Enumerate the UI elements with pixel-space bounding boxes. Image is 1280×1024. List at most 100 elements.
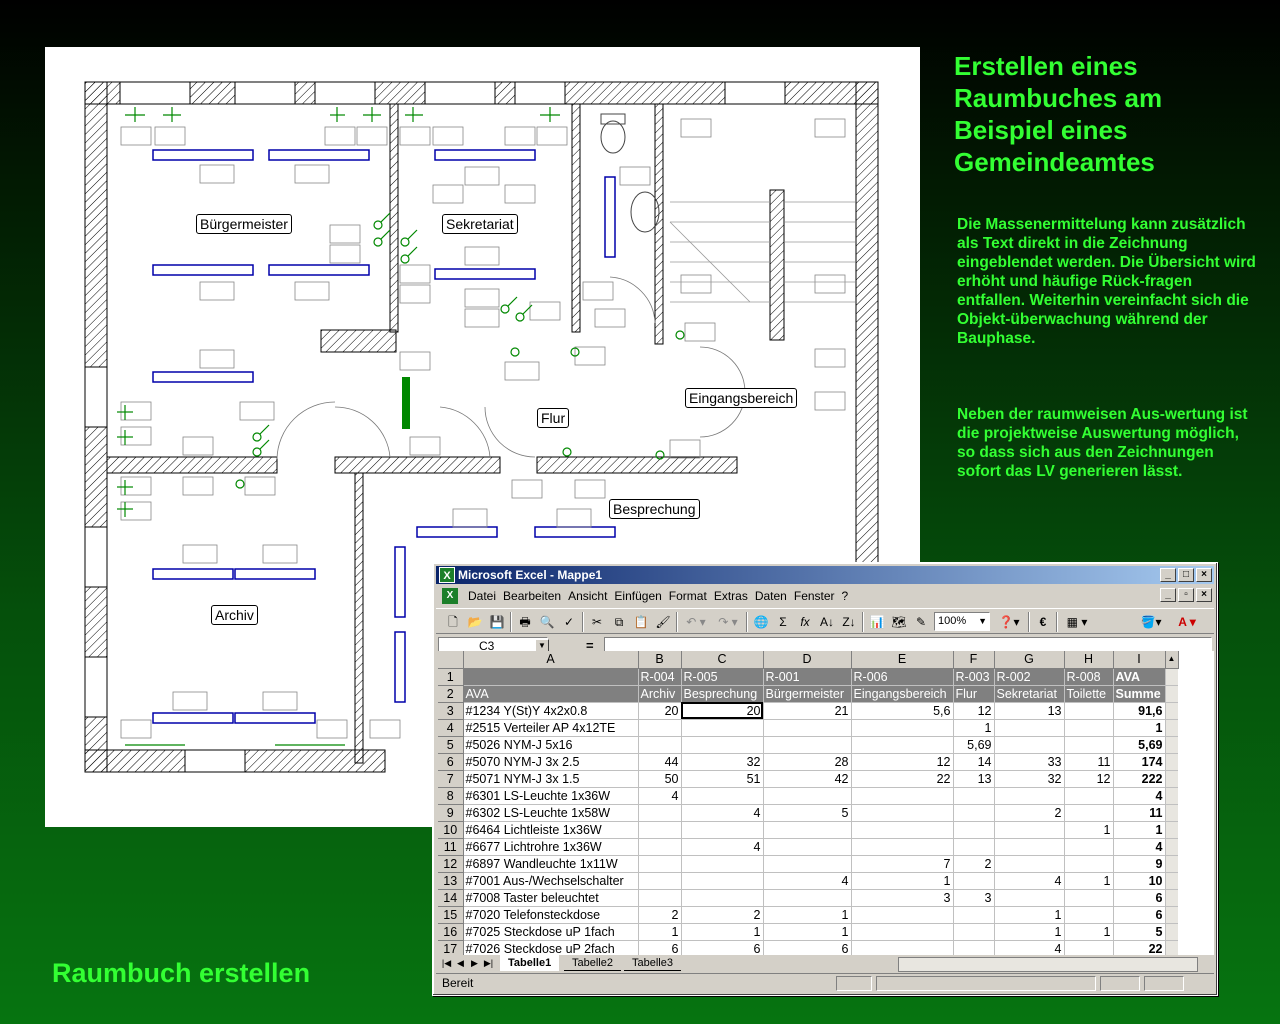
vertical-scrollbar[interactable] (1165, 923, 1178, 941)
cell[interactable]: R-001 (763, 668, 852, 686)
cell[interactable]: 20 (681, 702, 764, 720)
cell[interactable] (953, 838, 995, 856)
next-sheet-icon[interactable]: ▶ (468, 957, 481, 970)
row-header[interactable]: 5 (438, 736, 464, 754)
cell[interactable]: 44 (638, 753, 682, 771)
vertical-scrollbar[interactable] (1165, 889, 1178, 907)
cell[interactable]: 5 (1113, 923, 1166, 941)
vertical-scrollbar[interactable] (1165, 838, 1178, 856)
menu-daten[interactable]: Daten (753, 589, 792, 603)
cell[interactable]: #1234 Y(St)Y 4x2x0.8 (463, 702, 639, 720)
cell[interactable]: 2 (681, 906, 764, 924)
cell[interactable] (681, 719, 764, 737)
cell[interactable]: 1 (763, 906, 852, 924)
cell[interactable] (638, 855, 682, 873)
menu-format[interactable]: Format (667, 589, 712, 603)
paste-icon[interactable]: 📋 (632, 612, 650, 632)
cell[interactable]: R-004 (638, 668, 682, 686)
cell[interactable] (1064, 702, 1114, 720)
cell[interactable]: 11 (1113, 804, 1166, 822)
workbook-icon[interactable]: X (442, 588, 458, 604)
menu-datei[interactable]: Datei (466, 589, 501, 603)
cell[interactable]: 22 (1113, 940, 1166, 955)
copy-icon[interactable]: ⧉ (610, 612, 628, 632)
print-preview-icon[interactable]: 🔍 (538, 612, 556, 632)
cell[interactable] (851, 804, 954, 822)
cell[interactable]: Toilette (1064, 685, 1114, 703)
cell[interactable]: #5026 NYM-J 5x16 (463, 736, 639, 754)
cell[interactable] (953, 804, 995, 822)
row-header[interactable]: 17 (438, 940, 464, 955)
vertical-scrollbar[interactable] (1165, 872, 1178, 890)
cell[interactable] (763, 787, 852, 805)
cell[interactable]: 1 (994, 906, 1065, 924)
cell[interactable] (953, 940, 995, 955)
cell[interactable]: 4 (681, 804, 764, 822)
cell[interactable]: 50 (638, 770, 682, 788)
cell[interactable]: #7020 Telefonsteckdose (463, 906, 639, 924)
cell[interactable] (851, 787, 954, 805)
minimize-button[interactable]: _ (1160, 568, 1176, 582)
cell[interactable]: 1 (1064, 821, 1114, 839)
menu-fenster[interactable]: Fenster (792, 589, 840, 603)
cell[interactable]: 6 (1113, 889, 1166, 907)
cell[interactable]: Flur (953, 685, 995, 703)
cell[interactable] (994, 787, 1065, 805)
chart-wizard-icon[interactable]: 📊 (868, 612, 886, 632)
zoom-select[interactable]: 100% ▼ (934, 612, 990, 631)
vertical-scrollbar[interactable] (1165, 906, 1178, 924)
cell[interactable]: 6 (1113, 906, 1166, 924)
cell[interactable]: 10 (1113, 872, 1166, 890)
cell[interactable]: Eingangsbereich (851, 685, 954, 703)
cell[interactable]: R-003 (953, 668, 995, 686)
cell[interactable] (681, 872, 764, 890)
cell[interactable]: #2515 Verteiler AP 4x12TE (463, 719, 639, 737)
sort-ascending-icon[interactable]: A↓ (818, 612, 836, 632)
map-icon[interactable]: 🗺 (890, 612, 908, 632)
cell[interactable]: Archiv (638, 685, 682, 703)
cell[interactable]: 28 (763, 753, 852, 771)
cell[interactable]: 6 (763, 940, 852, 955)
vertical-scrollbar[interactable] (1165, 821, 1178, 839)
cell[interactable] (763, 736, 852, 754)
row-header[interactable]: 3 (438, 702, 464, 720)
vertical-scrollbar[interactable] (1165, 804, 1178, 822)
cell[interactable]: 1 (953, 719, 995, 737)
cell[interactable]: 6 (638, 940, 682, 955)
cell[interactable]: 1 (1064, 872, 1114, 890)
fill-color-icon[interactable]: 🪣▾ (1136, 612, 1166, 632)
cell[interactable]: 222 (1113, 770, 1166, 788)
cell[interactable] (851, 736, 954, 754)
cell[interactable] (994, 838, 1065, 856)
workbook-close-button[interactable]: × (1196, 588, 1212, 602)
cell[interactable]: #7001 Aus-/Wechselschalter (463, 872, 639, 890)
cell[interactable] (851, 719, 954, 737)
cell[interactable]: 14 (953, 753, 995, 771)
column-header[interactable]: E (851, 651, 954, 669)
cell[interactable] (681, 855, 764, 873)
cell[interactable]: 1 (1064, 923, 1114, 941)
row-header[interactable]: 9 (438, 804, 464, 822)
function-icon[interactable]: fx (796, 612, 814, 632)
menu-help[interactable]: ? (840, 589, 854, 603)
last-sheet-icon[interactable]: ▶| (482, 957, 495, 970)
vertical-scrollbar[interactable] (1165, 855, 1178, 873)
currency-icon[interactable]: € (1034, 612, 1052, 632)
row-header[interactable]: 2 (438, 685, 464, 703)
open-icon[interactable]: 📂 (466, 612, 484, 632)
row-header[interactable]: 8 (438, 787, 464, 805)
cell[interactable]: Besprechung (681, 685, 764, 703)
cell[interactable]: 12 (851, 753, 954, 771)
cell[interactable] (638, 804, 682, 822)
cell[interactable]: 5,69 (1113, 736, 1166, 754)
cell[interactable]: 3 (851, 889, 954, 907)
cell[interactable] (638, 889, 682, 907)
maximize-button[interactable]: □ (1178, 568, 1194, 582)
cell[interactable]: 22 (851, 770, 954, 788)
excel-titlebar[interactable]: X Microsoft Excel - Mappe1 _ □ × (436, 566, 1214, 584)
column-header[interactable]: I (1113, 651, 1166, 669)
drawing-icon[interactable]: ✎ (912, 612, 930, 632)
sort-descending-icon[interactable]: Z↓ (840, 612, 858, 632)
cell[interactable]: 2 (994, 804, 1065, 822)
help-icon[interactable]: ❓▾ (996, 612, 1022, 632)
